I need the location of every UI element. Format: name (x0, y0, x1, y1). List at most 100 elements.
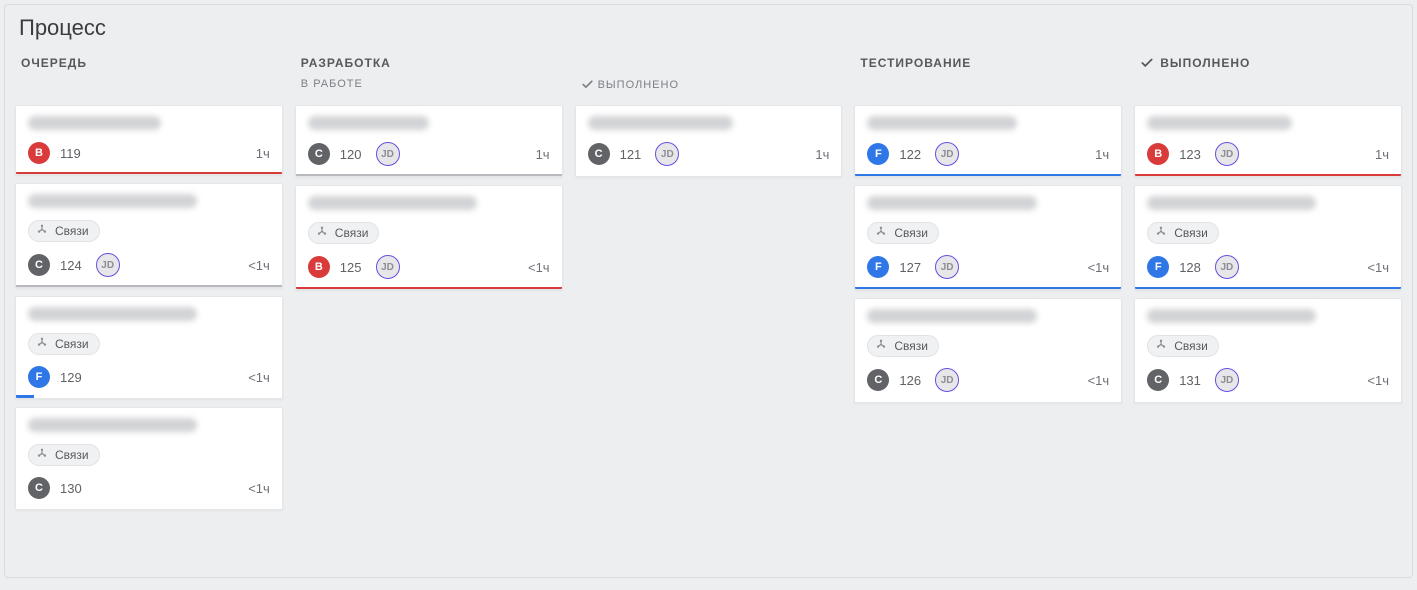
card-list: C 120 JD 1ч Св (293, 105, 565, 290)
card-accent (1135, 287, 1401, 289)
kanban-card[interactable]: C 121 JD 1ч (575, 105, 843, 177)
card-estimate: <1ч (1088, 373, 1110, 388)
links-tag[interactable]: Связи (28, 333, 100, 355)
card-title-blur (308, 116, 429, 130)
links-icon (1154, 339, 1168, 353)
assignee-avatar[interactable]: JD (935, 255, 959, 279)
type-badge: C (28, 254, 50, 276)
card-title-blur (867, 309, 1036, 323)
column-title: ВЫПОЛНЕНО (1160, 56, 1250, 70)
links-icon (1154, 226, 1168, 240)
kanban-card[interactable]: Связи C 131 JD <1ч (1134, 298, 1402, 403)
links-icon (874, 339, 888, 353)
column-header: ТЕСТИРОВАНИЕ (852, 51, 1124, 105)
links-tag[interactable]: Связи (28, 220, 100, 242)
card-title-blur (1147, 116, 1292, 130)
card-estimate: 1ч (256, 146, 270, 161)
kanban-card[interactable]: Связи B 125 JD <1ч (295, 185, 563, 290)
kanban-card[interactable]: Связи C 130 <1ч (15, 407, 283, 510)
links-tag[interactable]: Связи (28, 444, 100, 466)
card-accent (16, 285, 282, 287)
kanban-card[interactable]: C 120 JD 1ч (295, 105, 563, 177)
links-tag[interactable]: Связи (867, 222, 939, 244)
card-accent (296, 287, 562, 289)
type-badge: B (1147, 143, 1169, 165)
links-label: Связи (55, 224, 89, 238)
card-meta: C 121 JD 1ч (588, 142, 830, 166)
assignee-avatar[interactable]: JD (376, 255, 400, 279)
type-badge: F (1147, 256, 1169, 278)
card-title-blur (28, 116, 161, 130)
links-label: Связи (55, 448, 89, 462)
card-meta: F 128 JD <1ч (1147, 255, 1389, 279)
column-header: ВЫПОЛНЕНО (1132, 51, 1404, 105)
links-label: Связи (894, 339, 928, 353)
card-title-blur (1147, 309, 1316, 323)
links-icon (35, 448, 49, 462)
kanban-card[interactable]: B 119 1ч (15, 105, 283, 175)
assignee-avatar[interactable]: JD (935, 368, 959, 392)
card-title-blur (867, 196, 1036, 210)
card-accent (296, 174, 562, 176)
card-list: B 123 JD 1ч Св (1132, 105, 1404, 403)
links-tag[interactable]: Связи (1147, 222, 1219, 244)
links-tag[interactable]: Связи (308, 222, 380, 244)
column-title: ОЧЕРЕДЬ (21, 56, 277, 70)
card-id: 126 (899, 373, 921, 388)
assignee-avatar[interactable]: JD (1215, 368, 1239, 392)
type-badge: C (588, 143, 610, 165)
card-title-blur (28, 194, 197, 208)
card-meta: C 124 JD <1ч (28, 253, 270, 277)
links-icon (315, 226, 329, 240)
kanban-card[interactable]: Связи F 128 JD <1ч (1134, 185, 1402, 290)
assignee-avatar[interactable]: JD (96, 253, 120, 277)
type-badge: C (867, 369, 889, 391)
card-meta: F 129 <1ч (28, 366, 270, 388)
kanban-card[interactable]: B 123 JD 1ч (1134, 105, 1402, 177)
links-tag[interactable]: Связи (867, 335, 939, 357)
card-accent (855, 287, 1121, 289)
type-badge: B (28, 142, 50, 164)
card-id: 127 (899, 260, 921, 275)
card-title-blur (1147, 196, 1316, 210)
card-meta: C 120 JD 1ч (308, 142, 550, 166)
kanban-card[interactable]: Связи F 127 JD <1ч (854, 185, 1122, 290)
column-queue: ОЧЕРЕДЬ B 119 1ч (13, 51, 285, 510)
card-meta: B 119 1ч (28, 142, 270, 164)
assignee-avatar[interactable]: JD (376, 142, 400, 166)
card-meta: B 125 JD <1ч (308, 255, 550, 279)
assignee-avatar[interactable]: JD (1215, 142, 1239, 166)
type-badge: F (867, 256, 889, 278)
card-title-blur (308, 196, 477, 210)
card-list: F 122 JD 1ч Св (852, 105, 1124, 403)
kanban-card[interactable]: F 122 JD 1ч (854, 105, 1122, 177)
links-icon (874, 226, 888, 240)
kanban-card[interactable]: Связи C 126 JD <1ч (854, 298, 1122, 403)
card-id: 125 (340, 260, 362, 275)
links-tag[interactable]: Связи (1147, 335, 1219, 357)
card-estimate: <1ч (248, 370, 270, 385)
links-label: Связи (894, 226, 928, 240)
card-id: 121 (620, 147, 642, 162)
card-id: 122 (899, 147, 921, 162)
type-badge: F (867, 143, 889, 165)
assignee-avatar[interactable]: JD (935, 142, 959, 166)
columns-row: ОЧЕРЕДЬ B 119 1ч (13, 51, 1404, 510)
assignee-avatar[interactable]: JD (1215, 255, 1239, 279)
kanban-card[interactable]: Связи F 129 <1ч (15, 296, 283, 399)
card-accent (1135, 174, 1401, 176)
card-estimate: <1ч (248, 481, 270, 496)
card-id: 129 (60, 370, 82, 385)
card-title-blur (588, 116, 733, 130)
card-list: C 121 JD 1ч (573, 105, 845, 177)
card-estimate: 1ч (536, 147, 550, 162)
assignee-avatar[interactable]: JD (655, 142, 679, 166)
kanban-card[interactable]: Связи C 124 JD <1ч (15, 183, 283, 288)
card-accent (16, 172, 282, 174)
card-estimate: <1ч (248, 258, 270, 273)
card-estimate: <1ч (1367, 373, 1389, 388)
type-badge: C (308, 143, 330, 165)
card-meta: C 130 <1ч (28, 477, 270, 499)
card-id: 124 (60, 258, 82, 273)
card-id: 123 (1179, 147, 1201, 162)
